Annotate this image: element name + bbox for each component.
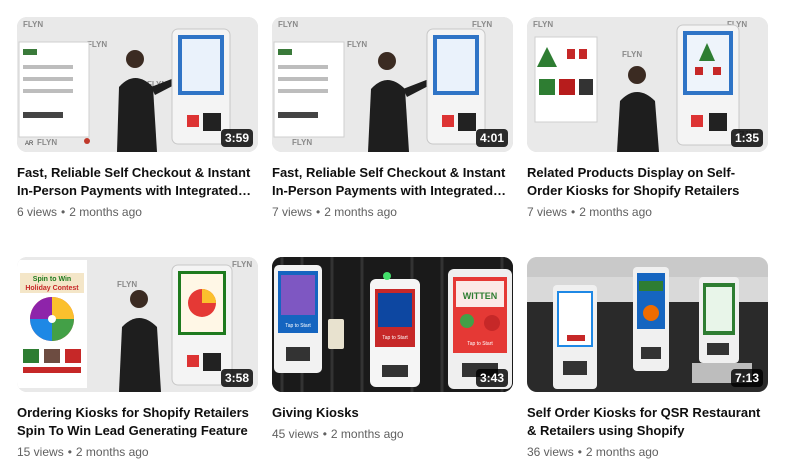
- upload-age: 2 months ago: [585, 445, 659, 459]
- thumb-backdrop-text: FLYN: [472, 20, 492, 29]
- view-count: 6 views: [17, 205, 58, 219]
- video-thumbnail[interactable]: FLYN FLYN FLYN FLYN 4:01: [272, 17, 513, 152]
- video-title[interactable]: Fast, Reliable Self Checkout & Instant I…: [272, 164, 513, 200]
- svg-text:WITTEN: WITTEN: [463, 291, 498, 301]
- thumb-backdrop-text: FLYN: [87, 40, 107, 49]
- thumb-backdrop-text: FLYN: [117, 280, 137, 289]
- video-thumbnail[interactable]: FLYN FLYN FLYN FLYN: [527, 17, 768, 152]
- video-meta: 6 views • 2 months ago: [17, 204, 258, 220]
- video-card[interactable]: FLYN FLYN FLYN FLYN: [527, 17, 768, 220]
- upload-age: 2 months ago: [324, 205, 397, 219]
- video-duration: 7:13: [730, 369, 763, 387]
- thumb-backdrop-text: FLYN: [37, 138, 57, 147]
- meta-separator: •: [322, 427, 327, 441]
- video-card[interactable]: Tap to Start Tap to Start WITTEN Tap to …: [272, 257, 513, 442]
- video-card[interactable]: FLYN FLYN FLYN FLYN: [17, 17, 258, 220]
- kiosk-screen-text: Tap to Start: [467, 341, 493, 347]
- video-duration: 3:59: [220, 129, 253, 147]
- video-meta: 7 views • 2 months ago: [527, 204, 768, 220]
- thumb-backdrop-text: FLYN: [533, 20, 553, 29]
- video-duration: 3:58: [220, 369, 253, 387]
- meta-separator: •: [577, 445, 582, 459]
- video-card[interactable]: FLYN FLYN FLYN FLYN 4:01 Fast, Reliable …: [272, 17, 513, 220]
- thumb-backdrop-text: FLYN: [23, 20, 43, 29]
- svg-text:Holiday Contest: Holiday Contest: [25, 285, 79, 292]
- kiosk-screen-text: Tap to Start: [382, 335, 408, 341]
- video-meta: 45 views • 2 months ago: [272, 426, 513, 442]
- video-thumbnail[interactable]: Tap to Start Tap to Start WITTEN Tap to …: [272, 257, 513, 392]
- video-duration: 1:35: [730, 129, 763, 147]
- video-thumbnail[interactable]: 7:13: [527, 257, 768, 392]
- upload-age: 2 months ago: [69, 205, 142, 219]
- meta-separator: •: [571, 205, 576, 219]
- svg-text:Spin to Win: Spin to Win: [33, 276, 71, 283]
- video-title[interactable]: Giving Kiosks: [272, 404, 513, 422]
- meta-separator: •: [67, 445, 72, 459]
- video-title[interactable]: Self Order Kiosks for QSR Restaurant & R…: [527, 404, 768, 440]
- meta-separator: •: [61, 205, 66, 219]
- thumb-backdrop-text: FLYN: [622, 50, 642, 59]
- svg-text:AR: AR: [25, 141, 34, 147]
- video-duration: 4:01: [475, 129, 508, 147]
- video-duration: 3:43: [475, 369, 508, 387]
- video-card[interactable]: 7:13 Self Order Kiosks for QSR Restauran…: [527, 257, 768, 460]
- video-meta: 7 views • 2 months ago: [272, 204, 513, 220]
- meta-separator: •: [316, 205, 321, 219]
- video-meta: 15 views • 2 months ago: [17, 444, 258, 460]
- view-count: 15 views: [17, 445, 64, 459]
- video-title[interactable]: Fast, Reliable Self Checkout & Instant I…: [17, 164, 258, 200]
- thumb-backdrop-text: FLYN: [232, 260, 252, 269]
- kiosk-screen-text: Tap to Start: [285, 323, 311, 329]
- view-count: 7 views: [527, 205, 568, 219]
- video-title[interactable]: Related Products Display on Self-Order K…: [527, 164, 768, 200]
- video-thumbnail[interactable]: FLYN FLYN FLYN FLYN: [17, 17, 258, 152]
- upload-age: 2 months ago: [579, 205, 652, 219]
- view-count: 45 views: [272, 427, 319, 441]
- video-thumbnail[interactable]: FLYN FLYN FLYN Spin to Win Holiday Conte…: [17, 257, 258, 392]
- upload-age: 2 months ago: [75, 445, 149, 459]
- thumb-backdrop-text: FLYN: [278, 20, 298, 29]
- video-title[interactable]: Ordering Kiosks for Shopify Retailers Sp…: [17, 404, 258, 440]
- view-count: 7 views: [272, 205, 313, 219]
- video-meta: 36 views • 2 months ago: [527, 444, 768, 460]
- upload-age: 2 months ago: [330, 427, 404, 441]
- thumb-backdrop-text: FLYN: [347, 40, 367, 49]
- view-count: 36 views: [527, 445, 574, 459]
- thumb-backdrop-text: FLYN: [292, 138, 312, 147]
- video-card[interactable]: FLYN FLYN FLYN Spin to Win Holiday Conte…: [17, 257, 258, 460]
